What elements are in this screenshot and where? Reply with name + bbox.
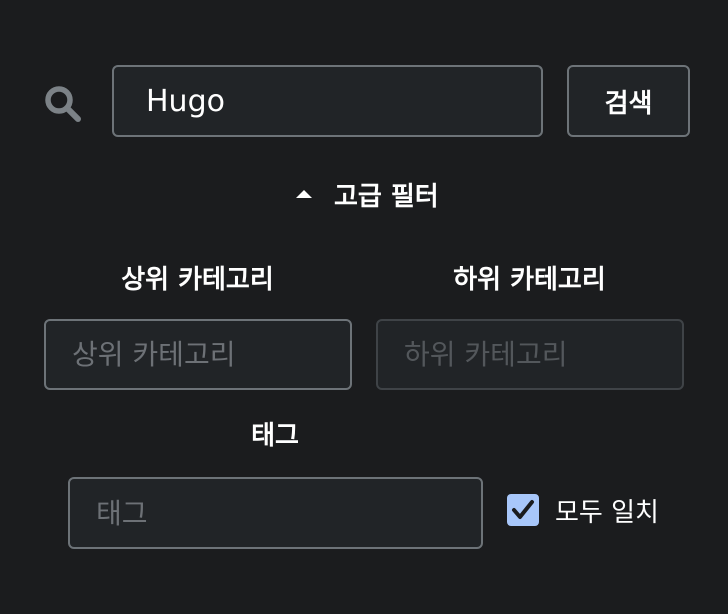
upper-category-label: 상위 카테고리 [121,265,274,295]
search-button[interactable]: 검색 [567,65,690,137]
lower-category-label: 하위 카테고리 [453,265,606,295]
lower-category-input [376,319,684,390]
search-filter-panel: 검색 고급 필터 상위 카테고리 하위 카테고리 태그 모두 일치 [0,0,728,614]
tag-label: 태그 [251,421,299,451]
search-input[interactable] [112,65,543,137]
match-all-checkbox[interactable] [507,494,539,526]
advanced-filter-label: 고급 필터 [334,181,439,212]
match-all-label: 모두 일치 [555,497,659,528]
match-all-option[interactable]: 모두 일치 [507,490,707,530]
tag-input[interactable] [68,477,483,549]
search-icon [42,84,84,124]
caret-up-icon [296,190,312,198]
advanced-filter-toggle[interactable]: 고급 필터 [290,172,450,216]
check-icon [512,500,534,519]
upper-category-input[interactable] [44,319,352,390]
